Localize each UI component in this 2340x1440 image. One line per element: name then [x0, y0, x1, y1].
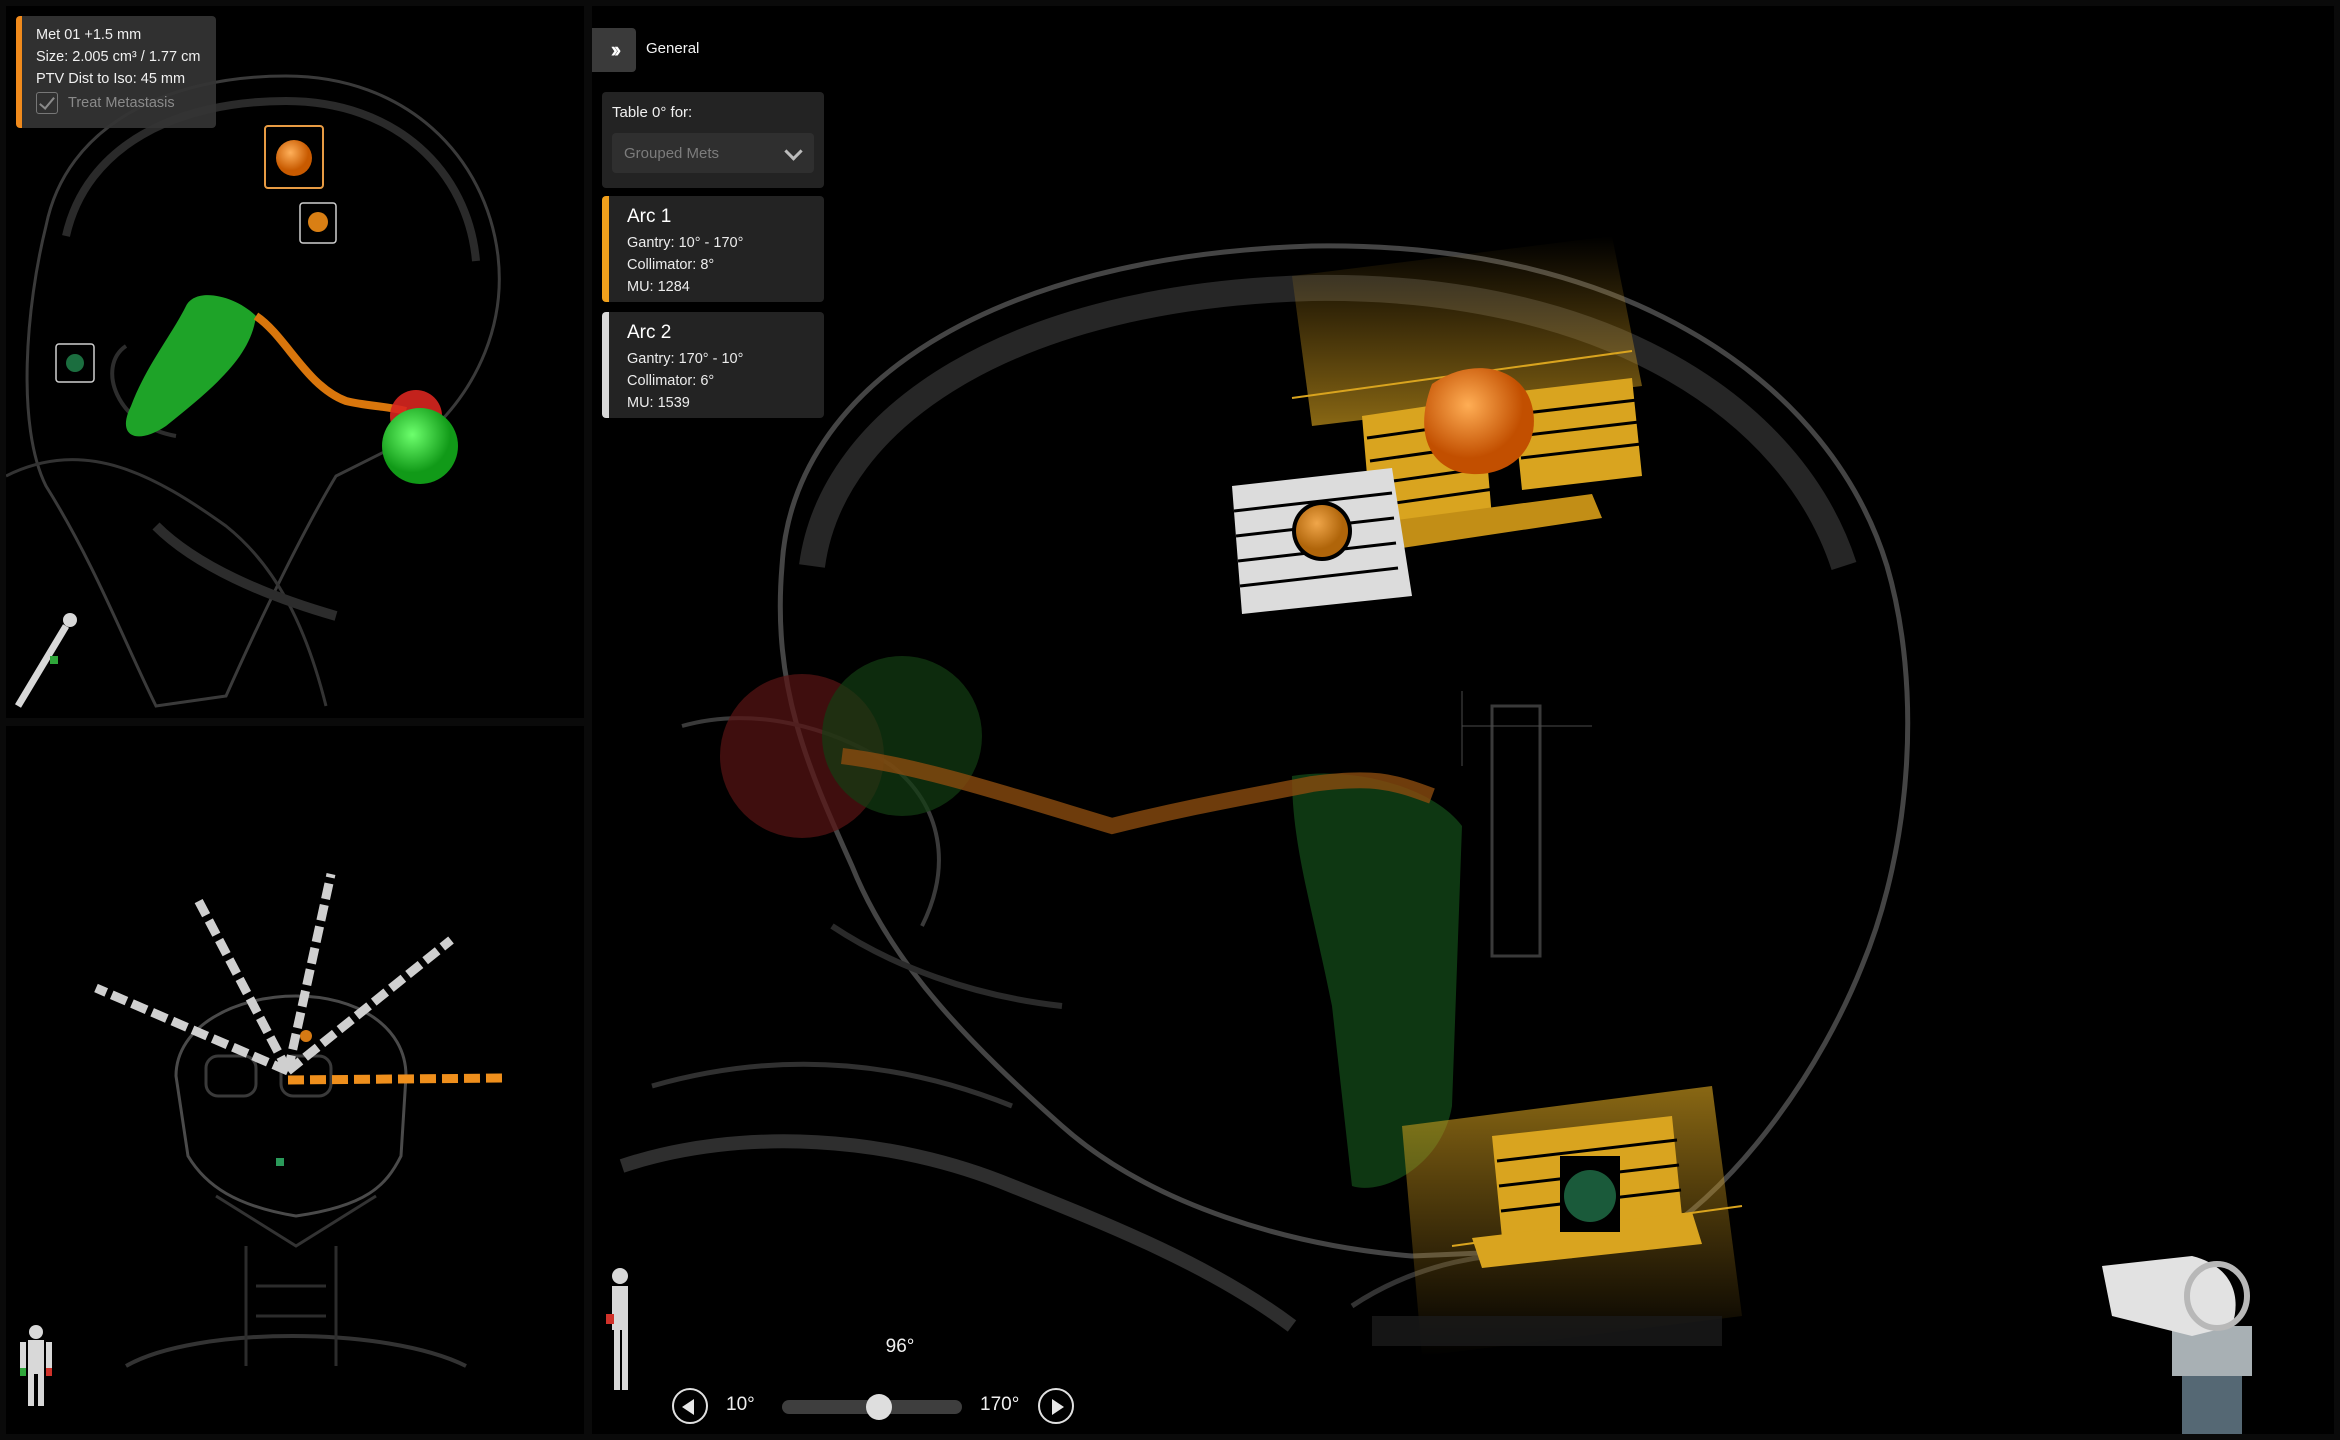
arc-gantry: Gantry: 10° - 170°	[627, 235, 744, 251]
angle-max-label: 170°	[980, 1394, 1020, 1415]
viewport-coronal-3d[interactable]	[6, 726, 584, 1434]
arc-collimator: Collimator: 6°	[627, 373, 715, 389]
green-ball	[382, 408, 458, 484]
green-organ	[125, 295, 257, 437]
met-ptv-distance: PTV Dist to Iso: 45 mm	[36, 71, 186, 87]
treat-metastasis-label: Treat Metastasis	[68, 95, 175, 111]
orientation-figure-standing	[20, 1325, 52, 1406]
arc-mu: MU: 1539	[627, 395, 690, 411]
linac-machine-icon	[2102, 1256, 2252, 1434]
treat-metastasis-row[interactable]: Treat Metastasis	[36, 92, 216, 114]
viewport-sagittal-3d[interactable]: Met 01 +1.5 mm Size: 2.005 cm³ / 1.77 cm…	[6, 6, 584, 718]
orientation-figure	[14, 613, 77, 708]
play-right-icon	[1052, 1399, 1064, 1415]
expand-panel-button[interactable]: ››	[592, 28, 636, 72]
angle-min-label: 10°	[726, 1394, 755, 1415]
orientation-figure-main	[606, 1268, 628, 1390]
gantry-angle-slider: 96° 10° 170°	[660, 1320, 1140, 1424]
metastasis-info-card: Met 01 +1.5 mm Size: 2.005 cm³ / 1.77 cm…	[16, 16, 216, 128]
metastasis-small	[1296, 505, 1348, 557]
arc-card-1[interactable]: Arc 1 Gantry: 10° - 170° Collimator: 8° …	[602, 196, 824, 302]
play-left-icon	[682, 1399, 694, 1415]
skull-render-main	[606, 236, 2252, 1434]
slider-track[interactable]	[782, 1394, 962, 1420]
arc-mu: MU: 1284	[627, 279, 690, 295]
met-title: Met 01 +1.5 mm	[36, 27, 142, 43]
viewport-main-3d[interactable]: ›› General Table 0° for: Grouped Mets Ar…	[592, 6, 2334, 1434]
arc-gantry: Gantry: 170° - 10°	[627, 351, 744, 367]
arc-collimator: Collimator: 8°	[627, 257, 715, 273]
current-angle: 96°	[885, 1336, 915, 1357]
metastasis-large	[1424, 368, 1534, 475]
treat-metastasis-checkbox[interactable]	[36, 92, 58, 114]
met-size: Size: 2.005 cm³ / 1.77 cm	[36, 49, 201, 65]
slider-thumb[interactable]	[865, 1394, 892, 1420]
arc-title: Arc 2	[627, 322, 672, 343]
arc-card-2[interactable]: Arc 2 Gantry: 170° - 10° Collimator: 6° …	[602, 312, 824, 418]
next-angle-button[interactable]	[1038, 1388, 1074, 1424]
optic-path	[253, 312, 407, 415]
table-angle-panel: Table 0° for: Grouped Mets	[602, 92, 824, 188]
arc-title: Arc 1	[627, 206, 672, 227]
metastasis-green	[1564, 1170, 1616, 1222]
beam-fan-render	[20, 873, 507, 1406]
table-angle-label: Table 0° for:	[612, 104, 693, 121]
double-chevron-right-icon: ››	[610, 37, 621, 62]
previous-angle-button[interactable]	[672, 1388, 708, 1424]
beam-arc-orange	[287, 1073, 507, 1085]
select-value: Grouped Mets	[624, 144, 720, 162]
general-tab-label[interactable]: General	[646, 40, 699, 57]
chevron-down-icon	[784, 142, 803, 161]
grouped-mets-select[interactable]: Grouped Mets	[612, 133, 814, 173]
